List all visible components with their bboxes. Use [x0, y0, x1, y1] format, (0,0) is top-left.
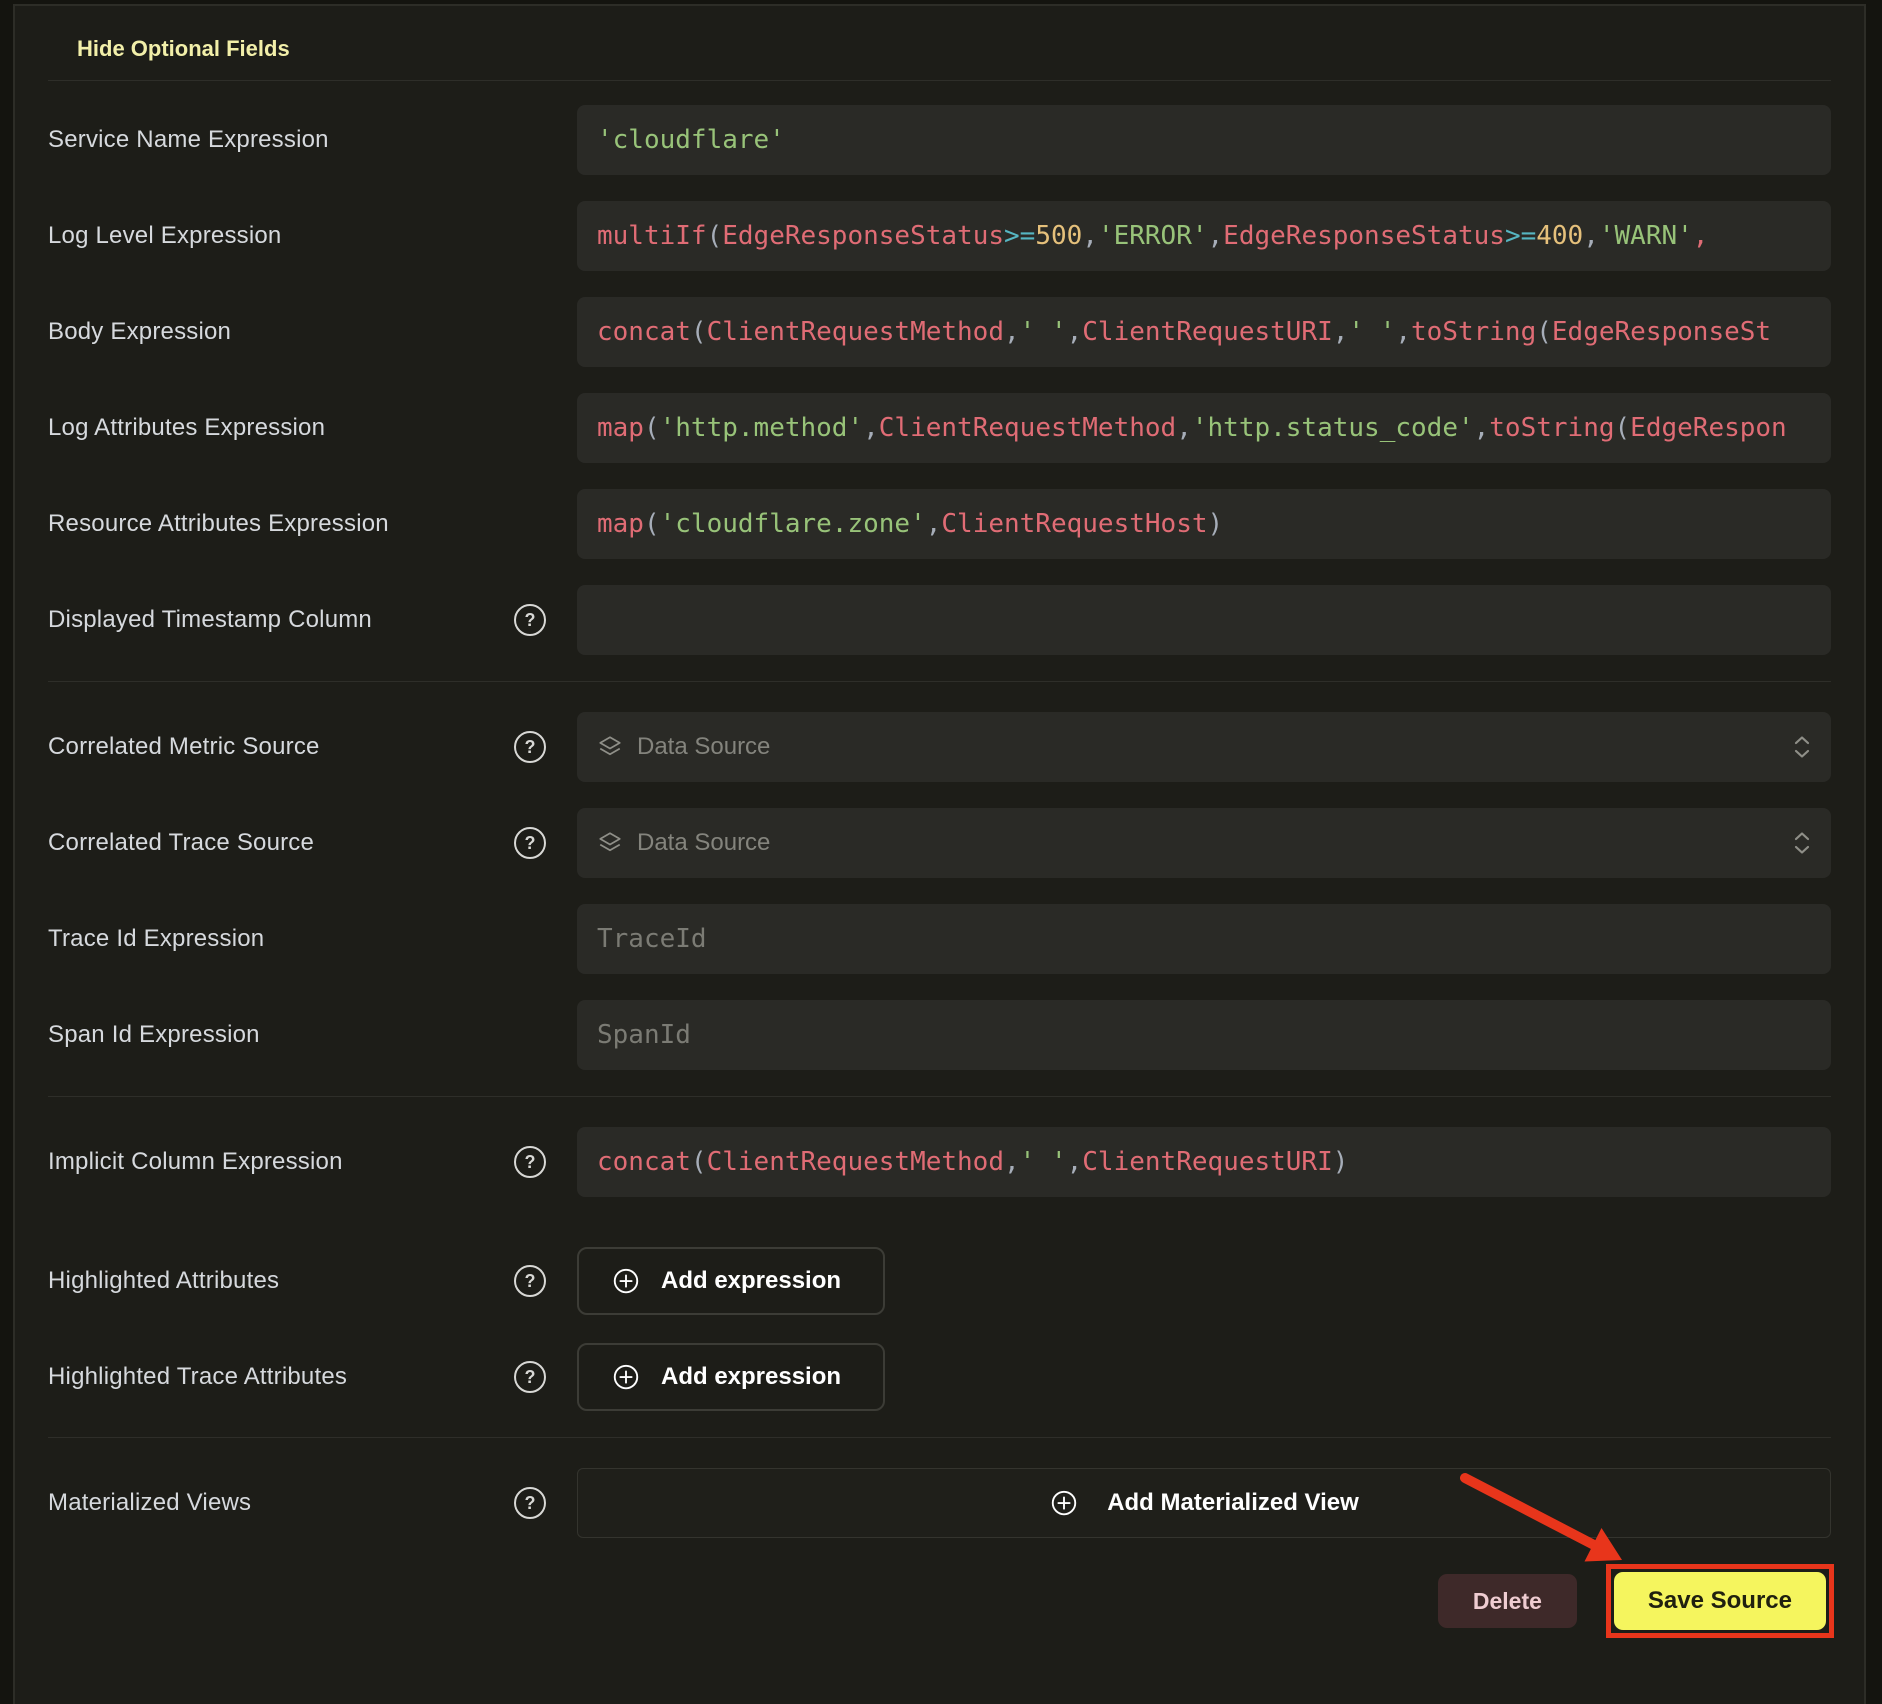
displayed-timestamp-label: Displayed Timestamp Column [48, 606, 372, 634]
add-expression-button[interactable]: Add expression [577, 1247, 885, 1315]
materialized-views-label: Materialized Views [48, 1489, 251, 1517]
implicit-column-row: Implicit Column Expression ? concat(Clie… [48, 1127, 1831, 1197]
log-attributes-row: Log Attributes Expression map('http.meth… [48, 393, 1831, 463]
add-materialized-view-button[interactable]: Add Materialized View [577, 1468, 1831, 1538]
help-icon[interactable]: ? [514, 731, 546, 763]
log-level-input[interactable]: multiIf(EdgeResponseStatus >= 500, 'ERRO… [577, 201, 1831, 271]
section-divider [48, 1437, 1831, 1438]
service-name-input[interactable]: 'cloudflare' [577, 105, 1831, 175]
implicit-column-input[interactable]: concat(ClientRequestMethod, ' ', ClientR… [577, 1127, 1831, 1197]
add-expression-button[interactable]: Add expression [577, 1343, 885, 1411]
select-placeholder: Data Source [637, 733, 1791, 761]
highlighted-trace-attributes-label: Highlighted Trace Attributes [48, 1363, 347, 1391]
add-materialized-view-label: Add Materialized View [1107, 1489, 1359, 1517]
trace-id-label: Trace Id Expression [48, 925, 264, 953]
help-icon[interactable]: ? [514, 1146, 546, 1178]
resource-attributes-row: Resource Attributes Expression map('clou… [48, 489, 1831, 559]
layers-icon [597, 830, 623, 856]
log-level-row: Log Level Expression multiIf(EdgeRespons… [48, 201, 1831, 271]
correlated-metric-source-select[interactable]: Data Source [577, 712, 1831, 782]
correlated-trace-source-select[interactable]: Data Source [577, 808, 1831, 878]
section-divider [48, 80, 1831, 81]
resource-attributes-label: Resource Attributes Expression [48, 510, 389, 538]
body-expression-label: Body Expression [48, 318, 231, 346]
plus-circle-icon [611, 1362, 641, 1392]
correlated-metric-source-label: Correlated Metric Source [48, 733, 320, 761]
select-placeholder: Data Source [637, 829, 1791, 857]
resource-attributes-input[interactable]: map('cloudflare.zone', ClientRequestHost… [577, 489, 1831, 559]
plus-circle-icon [611, 1266, 641, 1296]
highlighted-attributes-label: Highlighted Attributes [48, 1267, 279, 1295]
source-settings-panel: Hide Optional Fields Service Name Expres… [13, 4, 1866, 1704]
trace-id-input[interactable]: TraceId [577, 904, 1831, 974]
log-attributes-label: Log Attributes Expression [48, 414, 325, 442]
plus-circle-icon [1049, 1488, 1079, 1518]
body-expression-row: Body Expression concat(ClientRequestMeth… [48, 297, 1831, 367]
hide-optional-fields-link[interactable]: Hide Optional Fields [77, 36, 290, 62]
help-icon[interactable]: ? [514, 604, 546, 636]
form-actions: Delete Save Source [48, 1564, 1831, 1638]
span-id-label: Span Id Expression [48, 1021, 260, 1049]
service-name-row: Service Name Expression 'cloudflare' [48, 105, 1831, 175]
delete-button[interactable]: Delete [1438, 1574, 1577, 1628]
section-divider [48, 681, 1831, 682]
correlated-trace-source-label: Correlated Trace Source [48, 829, 314, 857]
service-name-label: Service Name Expression [48, 126, 329, 154]
chevron-up-down-icon [1791, 734, 1813, 760]
displayed-timestamp-input[interactable] [577, 585, 1831, 655]
help-icon[interactable]: ? [514, 827, 546, 859]
materialized-views-row: Materialized Views ? Add Materialized Vi… [48, 1468, 1831, 1538]
add-expression-label: Add expression [661, 1363, 841, 1391]
displayed-timestamp-row: Displayed Timestamp Column ? [48, 585, 1831, 655]
span-id-input[interactable]: SpanId [577, 1000, 1831, 1070]
add-expression-label: Add expression [661, 1267, 841, 1295]
trace-id-row: Trace Id Expression TraceId [48, 904, 1831, 974]
highlighted-attributes-row: Highlighted Attributes ? Add expression [48, 1247, 1831, 1315]
help-icon[interactable]: ? [514, 1487, 546, 1519]
log-attributes-input[interactable]: map('http.method', ClientRequestMethod, … [577, 393, 1831, 463]
highlighted-trace-attributes-row: Highlighted Trace Attributes ? Add expre… [48, 1343, 1831, 1411]
section-divider [48, 1096, 1831, 1097]
annotation-highlight-box: Save Source [1606, 1564, 1834, 1638]
implicit-column-label: Implicit Column Expression [48, 1148, 343, 1176]
body-expression-input[interactable]: concat(ClientRequestMethod, ' ', ClientR… [577, 297, 1831, 367]
correlated-trace-source-row: Correlated Trace Source ? Data Source [48, 808, 1831, 878]
chevron-up-down-icon [1791, 830, 1813, 856]
help-icon[interactable]: ? [514, 1361, 546, 1393]
log-level-label: Log Level Expression [48, 222, 281, 250]
layers-icon [597, 734, 623, 760]
correlated-metric-source-row: Correlated Metric Source ? Data Source [48, 712, 1831, 782]
help-icon[interactable]: ? [514, 1265, 546, 1297]
span-id-row: Span Id Expression SpanId [48, 1000, 1831, 1070]
save-source-button[interactable]: Save Source [1614, 1572, 1826, 1630]
